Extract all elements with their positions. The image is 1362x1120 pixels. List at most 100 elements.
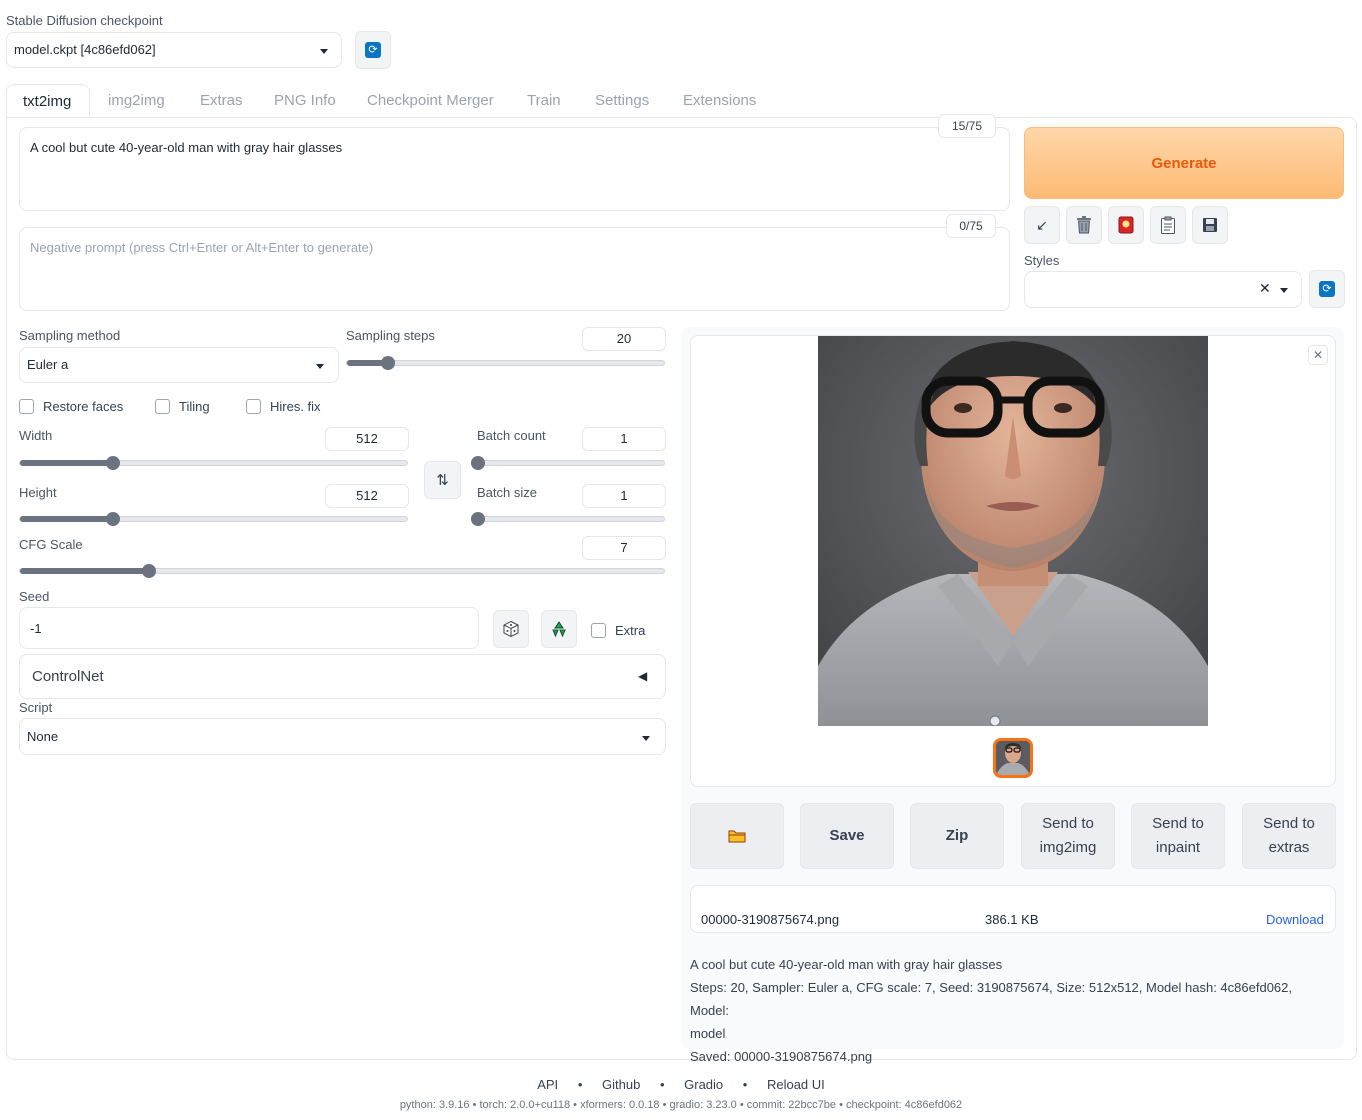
tab-extensions[interactable]: Extensions <box>683 92 756 109</box>
tiling-checkbox[interactable] <box>155 399 170 414</box>
info-saved: Saved: 00000-3190875674.png <box>690 1049 873 1064</box>
sampling-method-label: Sampling method <box>19 328 121 343</box>
trash-icon <box>1077 216 1091 234</box>
negative-token-counter: 0/75 <box>946 214 996 238</box>
batch-count-label: Batch count <box>477 428 546 443</box>
tab-img2img[interactable]: img2img <box>108 92 165 109</box>
open-folder-button[interactable] <box>690 803 784 869</box>
paste-style-button[interactable] <box>1150 206 1186 244</box>
cfg-scale-input[interactable]: 7 <box>582 536 666 560</box>
width-label: Width <box>19 428 53 443</box>
clipboard-icon <box>1161 216 1175 234</box>
send-to-inpaint-button[interactable]: Send to inpaint <box>1131 803 1225 869</box>
controlnet-accordion[interactable]: ControlNet ◀ <box>19 654 666 699</box>
sampling-method-dropdown[interactable]: Euler a <box>19 347 339 383</box>
chevron-down-icon <box>316 364 324 369</box>
restore-faces-label: Restore faces <box>43 399 124 414</box>
generate-button[interactable]: Generate <box>1024 127 1344 199</box>
tab-extras[interactable]: Extras <box>200 92 243 109</box>
info-params: Steps: 20, Sampler: Euler a, CFG scale: … <box>690 980 1292 1018</box>
width-input[interactable]: 512 <box>325 427 409 451</box>
tab-png-info[interactable]: PNG Info <box>274 92 336 109</box>
save-style-button[interactable] <box>1192 206 1228 244</box>
reuse-seed-button[interactable] <box>541 610 577 648</box>
generated-image[interactable] <box>818 336 1208 726</box>
folder-icon <box>728 830 746 843</box>
reload-ui-link[interactable]: Reload UI <box>767 1077 825 1092</box>
extra-networks-button[interactable] <box>1108 206 1144 244</box>
cards-icon <box>1118 216 1134 234</box>
prompt-text: A cool but cute 40-year-old man with gra… <box>30 140 343 155</box>
clear-prompt-button[interactable] <box>1066 206 1102 244</box>
file-size: 386.1 KB <box>985 912 1039 927</box>
sampling-steps-input[interactable]: 20 <box>582 327 666 351</box>
refresh-checkpoint-button[interactable]: ⟳ <box>355 31 391 69</box>
close-icon[interactable]: ✕ <box>1308 345 1328 365</box>
checkpoint-dropdown[interactable]: model.ckpt [4c86efd062] <box>6 32 342 68</box>
recycle-icon <box>552 621 566 638</box>
tab-checkpoint-merger[interactable]: Checkpoint Merger <box>367 92 494 109</box>
send-to-img2img-button[interactable]: Send to img2img <box>1021 803 1115 869</box>
read-params-button[interactable]: ↙ <box>1024 206 1060 244</box>
refresh-styles-button[interactable]: ⟳ <box>1309 270 1345 308</box>
slider-thumb[interactable] <box>105 456 120 470</box>
tab-train[interactable]: Train <box>527 92 561 109</box>
script-dropdown[interactable]: None <box>19 718 666 755</box>
seed-label: Seed <box>19 589 50 604</box>
hires-fix-label: Hires. fix <box>270 399 321 414</box>
prompt-token-counter: 15/75 <box>938 114 996 138</box>
prompt-textarea[interactable]: A cool but cute 40-year-old man with gra… <box>19 127 1010 211</box>
clear-icon[interactable]: ✕ <box>1259 280 1271 297</box>
height-slider[interactable] <box>19 512 408 526</box>
sampling-steps-label: Sampling steps <box>346 328 435 343</box>
negative-prompt-textarea[interactable]: Negative prompt (press Ctrl+Enter or Alt… <box>19 227 1010 311</box>
slider-thumb[interactable] <box>471 512 485 526</box>
tab-txt2img[interactable]: txt2img <box>6 84 90 118</box>
checkpoint-value: model.ckpt [4c86efd062] <box>14 42 156 57</box>
gradio-link[interactable]: Gradio <box>684 1077 723 1092</box>
extra-seed-label: Extra <box>615 623 646 638</box>
seed-input[interactable]: -1 <box>19 607 479 649</box>
send-to-extras-button[interactable]: Send to extras <box>1242 803 1336 869</box>
github-link[interactable]: Github <box>602 1077 640 1092</box>
slider-thumb[interactable] <box>141 564 156 578</box>
extra-seed-checkbox[interactable] <box>591 623 606 638</box>
negative-prompt-placeholder: Negative prompt (press Ctrl+Enter or Alt… <box>30 240 374 255</box>
info-model: model <box>690 1026 726 1041</box>
batch-count-input[interactable]: 1 <box>582 427 666 451</box>
width-slider[interactable] <box>19 456 408 470</box>
restore-faces-checkbox[interactable] <box>19 399 34 414</box>
refresh-icon: ⟳ <box>365 42 381 58</box>
batch-size-input[interactable]: 1 <box>582 484 666 508</box>
tiling-label: Tiling <box>179 399 210 414</box>
batch-size-label: Batch size <box>477 485 537 500</box>
info-prompt: A cool but cute 40-year-old man with gra… <box>690 957 1003 972</box>
batch-size-slider[interactable] <box>471 512 665 526</box>
script-value: None <box>27 729 59 744</box>
sampling-method-value: Euler a <box>27 357 69 372</box>
height-input[interactable]: 512 <box>325 484 409 508</box>
zip-button[interactable]: Zip <box>910 803 1004 869</box>
hires-fix-checkbox[interactable] <box>246 399 261 414</box>
swap-dimensions-button[interactable]: ⇅ <box>424 461 461 499</box>
download-link[interactable]: Download <box>1266 912 1324 927</box>
generation-info: A cool but cute 40-year-old man with gra… <box>690 953 1330 1068</box>
cfg-scale-slider[interactable] <box>19 564 665 578</box>
tab-settings[interactable]: Settings <box>595 92 649 109</box>
slider-thumb[interactable] <box>471 456 485 470</box>
sampling-steps-slider[interactable] <box>346 356 665 370</box>
collapse-triangle-icon: ◀ <box>638 669 648 683</box>
api-link[interactable]: API <box>537 1077 558 1092</box>
gallery-thumbnail[interactable] <box>993 738 1033 778</box>
random-seed-button[interactable] <box>493 610 529 648</box>
dice-icon <box>503 620 519 638</box>
save-button[interactable]: Save <box>800 803 894 869</box>
chevron-down-icon <box>1280 288 1288 293</box>
batch-count-slider[interactable] <box>471 456 665 470</box>
styles-dropdown[interactable]: ✕ <box>1024 271 1302 308</box>
slider-thumb[interactable] <box>105 512 120 526</box>
height-label: Height <box>19 485 57 500</box>
thumbnail-portrait <box>996 741 1030 775</box>
script-label: Script <box>19 700 53 715</box>
file-name: 00000-3190875674.png <box>701 912 840 927</box>
